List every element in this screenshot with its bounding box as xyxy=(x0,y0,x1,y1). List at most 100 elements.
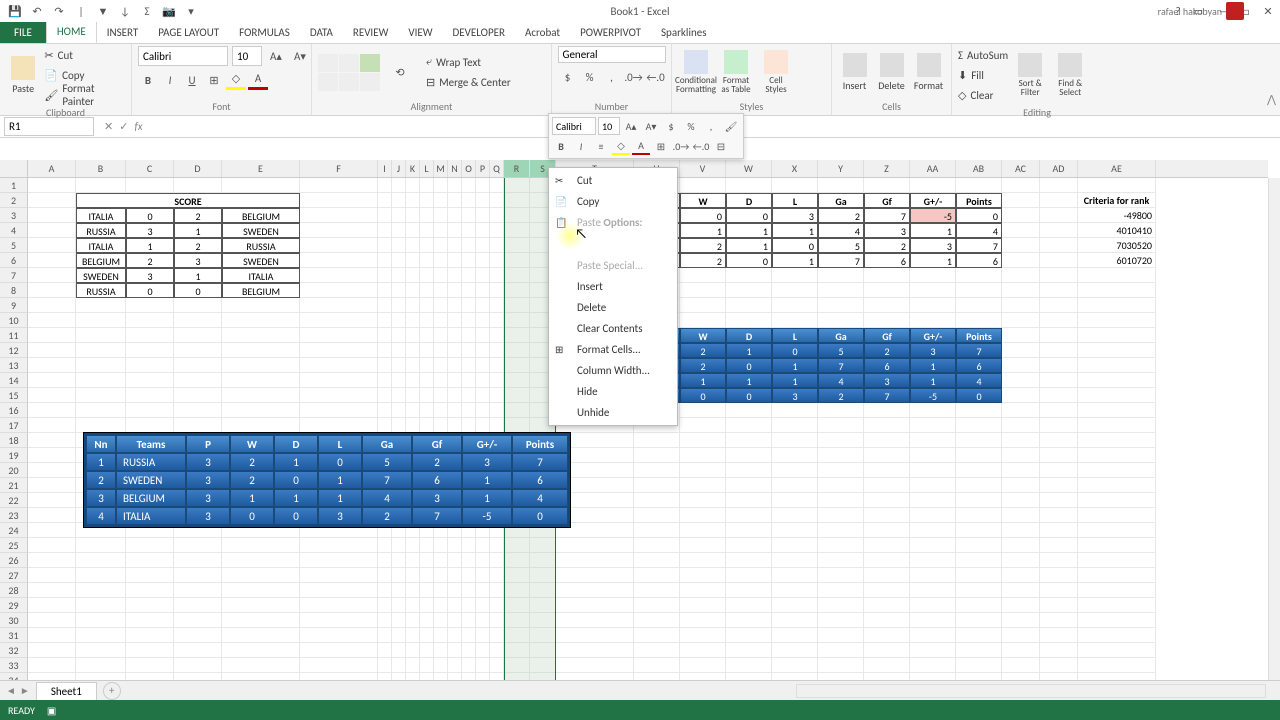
column-header-AD[interactable]: AD xyxy=(1040,160,1078,177)
mini-dec-dec-icon[interactable]: ←.0 xyxy=(692,137,710,155)
sort-icon[interactable]: ↓ xyxy=(116,2,134,20)
mini-merge-icon[interactable]: ⊟ xyxy=(712,137,730,155)
row-header-34[interactable]: 34 xyxy=(0,673,28,680)
help-icon[interactable]: ? xyxy=(1170,5,1186,18)
tab-acrobat[interactable]: Acrobat xyxy=(515,22,570,43)
filter-icon[interactable]: ▼ xyxy=(94,2,112,20)
context-copy[interactable]: 📄Copy xyxy=(549,191,677,212)
tab-insert[interactable]: INSERT xyxy=(97,22,149,43)
row-header-4[interactable]: 4 xyxy=(0,223,28,238)
percent-icon[interactable]: % xyxy=(580,67,600,87)
orientation-icon[interactable]: ⟲ xyxy=(390,62,410,82)
row-header-7[interactable]: 7 xyxy=(0,268,28,283)
increase-decimal-icon[interactable]: .0→ xyxy=(624,67,644,87)
column-header-F[interactable]: F xyxy=(300,160,378,177)
row-header-19[interactable]: 19 xyxy=(0,448,28,463)
maximize-icon[interactable]: □ xyxy=(1238,5,1254,18)
tab-sparklines[interactable]: Sparklines xyxy=(651,22,717,43)
row-header-15[interactable]: 15 xyxy=(0,388,28,403)
context-hide[interactable]: Hide xyxy=(549,381,677,402)
column-header-N[interactable]: N xyxy=(448,160,462,177)
tab-powerpivot[interactable]: POWERPIVOT xyxy=(570,22,651,43)
format-cells-button[interactable]: Format xyxy=(912,53,945,92)
column-header-M[interactable]: M xyxy=(434,160,448,177)
tab-developer[interactable]: DEVELOPER xyxy=(443,22,515,43)
border-button[interactable]: ⊞ xyxy=(204,70,224,90)
row-header-14[interactable]: 14 xyxy=(0,373,28,388)
column-header-AE[interactable]: AE xyxy=(1078,160,1156,177)
row-header-27[interactable]: 27 xyxy=(0,568,28,583)
increase-font-icon[interactable]: A▴ xyxy=(266,46,286,66)
currency-icon[interactable]: $ xyxy=(558,67,578,87)
column-header-X[interactable]: X xyxy=(772,160,818,177)
row-header-1[interactable]: 1 xyxy=(0,178,28,193)
mini-size-combo[interactable] xyxy=(598,117,620,135)
cell-styles-button[interactable]: Cell Styles xyxy=(758,50,794,94)
column-header-P[interactable]: P xyxy=(476,160,490,177)
column-header-A[interactable]: A xyxy=(28,160,76,177)
tab-data[interactable]: DATA xyxy=(300,22,343,43)
column-header-Y[interactable]: Y xyxy=(818,160,864,177)
autosum-button[interactable]: Σ AutoSum xyxy=(958,46,1008,64)
cut-button[interactable]: ✂ Cut xyxy=(44,46,125,64)
mini-font-color-icon[interactable]: A xyxy=(632,137,650,155)
column-header-AB[interactable]: AB xyxy=(956,160,1002,177)
format-as-table-button[interactable]: Format as Table xyxy=(718,50,754,94)
font-color-button[interactable]: A xyxy=(248,70,268,90)
fill-color-button[interactable]: ◇ xyxy=(226,70,246,90)
macro-record-icon[interactable]: ▣ xyxy=(47,704,56,717)
tab-home[interactable]: HOME xyxy=(46,20,97,43)
add-sheet-button[interactable]: + xyxy=(103,682,121,700)
context-column-width[interactable]: Column Width... xyxy=(549,360,677,381)
column-header-Z[interactable]: Z xyxy=(864,160,910,177)
mini-decrease-font-icon[interactable]: A▾ xyxy=(642,117,660,135)
mini-comma-icon[interactable]: , xyxy=(702,117,720,135)
row-header-17[interactable]: 17 xyxy=(0,418,28,433)
sheet-nav-prev-icon[interactable]: ◄ xyxy=(6,684,16,697)
row-header-13[interactable]: 13 xyxy=(0,358,28,373)
mini-border-icon[interactable]: ⊞ xyxy=(652,137,670,155)
mini-percent-icon[interactable]: % xyxy=(682,117,700,135)
row-header-8[interactable]: 8 xyxy=(0,283,28,298)
column-header-W[interactable]: W xyxy=(726,160,772,177)
row-header-25[interactable]: 25 xyxy=(0,538,28,553)
column-header-R[interactable]: R xyxy=(504,160,530,177)
comma-icon[interactable]: , xyxy=(602,67,622,87)
column-header-O[interactable]: O xyxy=(462,160,476,177)
save-icon[interactable]: 💾 xyxy=(6,2,24,20)
tab-review[interactable]: REVIEW xyxy=(343,22,399,43)
undo-icon[interactable]: ↶ xyxy=(28,2,46,20)
format-painter-button[interactable]: 🖌 Format Painter xyxy=(44,86,125,104)
collapse-ribbon-icon[interactable]: ⋀ xyxy=(1267,93,1276,106)
number-format-combo[interactable] xyxy=(558,46,666,63)
cancel-formula-icon[interactable]: ✕ xyxy=(104,120,113,133)
row-header-12[interactable]: 12 xyxy=(0,343,28,358)
mini-increase-font-icon[interactable]: A▴ xyxy=(622,117,640,135)
row-header-21[interactable]: 21 xyxy=(0,478,28,493)
mini-format-painter-icon[interactable]: 🖌 xyxy=(722,117,740,135)
row-header-6[interactable]: 6 xyxy=(0,253,28,268)
sum-icon[interactable]: Σ xyxy=(138,2,156,20)
context-format-cells[interactable]: ⊞Format Cells... xyxy=(549,339,677,360)
context-clear-contents[interactable]: Clear Contents xyxy=(549,318,677,339)
redo-icon[interactable]: ↷ xyxy=(50,2,68,20)
tab-file[interactable]: FILE xyxy=(0,22,46,43)
tab-formulas[interactable]: FORMULAS xyxy=(229,22,300,43)
row-header-18[interactable]: 18 xyxy=(0,433,28,448)
mini-dec-inc-icon[interactable]: .0→ xyxy=(672,137,690,155)
column-header-C[interactable]: C xyxy=(126,160,174,177)
sheet-tab-1[interactable]: Sheet1 xyxy=(36,682,97,700)
tab-page-layout[interactable]: PAGE LAYOUT xyxy=(148,22,229,43)
clear-button[interactable]: ◇ Clear xyxy=(958,86,1008,104)
merge-center-button[interactable]: ⊟ Merge & Center xyxy=(426,73,511,91)
row-header-23[interactable]: 23 xyxy=(0,508,28,523)
row-header-5[interactable]: 5 xyxy=(0,238,28,253)
row-header-2[interactable]: 2 xyxy=(0,193,28,208)
row-header-22[interactable]: 22 xyxy=(0,493,28,508)
column-header-AC[interactable]: AC xyxy=(1002,160,1040,177)
alignment-buttons[interactable] xyxy=(318,54,380,91)
name-box[interactable] xyxy=(4,117,94,136)
fx-icon[interactable]: fx xyxy=(134,120,142,133)
paste-button[interactable]: Paste xyxy=(6,56,40,95)
column-header-L[interactable]: L xyxy=(420,160,434,177)
